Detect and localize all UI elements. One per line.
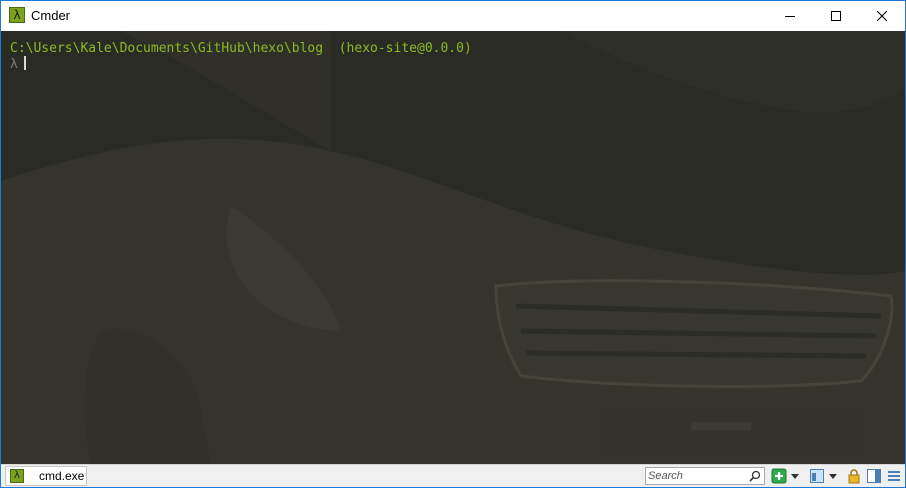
maximize-button[interactable] [813, 1, 859, 31]
title-bar[interactable]: λ Cmder [1, 1, 905, 31]
maximize-icon [831, 11, 841, 21]
cmder-lambda-icon: λ [10, 469, 24, 483]
split-view-icon[interactable] [866, 468, 882, 484]
search-box[interactable] [645, 467, 765, 485]
console-area[interactable]: C:\Users\Kale\Documents\GitHub\hexo\blog… [1, 31, 905, 464]
text-cursor [23, 56, 26, 70]
minimize-icon [785, 16, 795, 17]
tab-label: cmd.exe [39, 469, 85, 483]
status-bar: λ cmd.exe [1, 464, 905, 487]
pane-icon[interactable] [809, 468, 825, 484]
lock-icon[interactable] [846, 468, 862, 484]
prompt-symbol: λ [10, 57, 18, 72]
menu-icon[interactable] [886, 468, 902, 484]
close-button[interactable] [859, 1, 905, 31]
background-car-image [1, 31, 905, 464]
dropdown-arrow-icon[interactable] [828, 468, 838, 484]
dropdown-arrow-icon[interactable] [790, 468, 800, 484]
cmder-window: λ Cmder C:\Users\Kale\Documents\GitHub\h… [0, 0, 906, 488]
search-icon[interactable] [749, 470, 761, 482]
console-tab[interactable]: λ cmd.exe [5, 466, 87, 486]
search-input[interactable] [648, 469, 746, 483]
prompt-line[interactable]: λ [10, 56, 26, 73]
current-directory-line: C:\Users\Kale\Documents\GitHub\hexo\blog… [10, 41, 472, 56]
minimize-button[interactable] [767, 1, 813, 31]
cmder-lambda-icon[interactable]: λ [9, 7, 25, 23]
window-title: Cmder [31, 8, 71, 23]
close-icon [877, 11, 887, 21]
new-console-icon[interactable] [771, 468, 787, 484]
